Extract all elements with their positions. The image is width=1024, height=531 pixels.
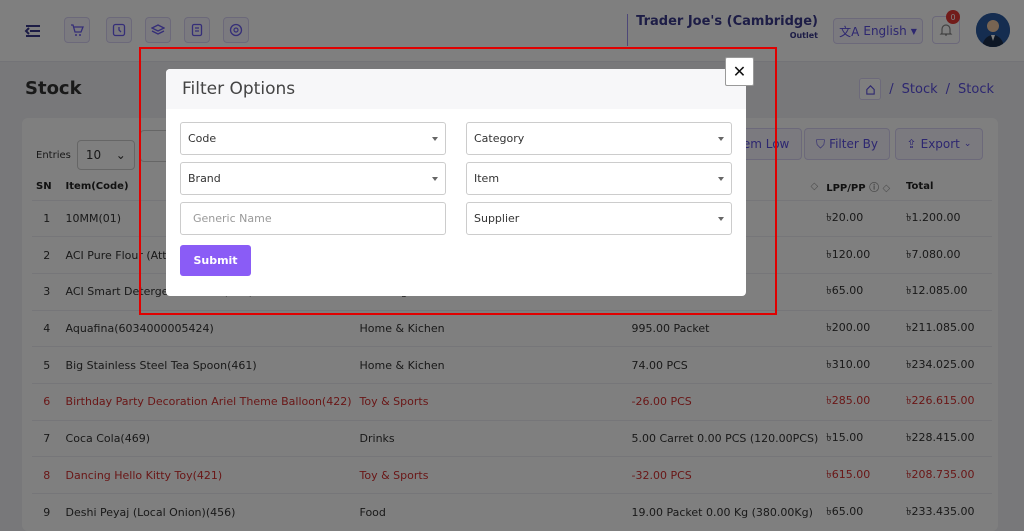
category-select[interactable]: Category [466, 122, 732, 155]
item-select-value: Item [474, 172, 500, 185]
modal-title: Filter Options [182, 79, 296, 99]
code-select-value: Code [188, 132, 217, 145]
modal-header: Filter Options [166, 69, 746, 109]
caret-down-icon [718, 216, 724, 221]
brand-select-value: Brand [188, 172, 221, 185]
close-icon: ✕ [732, 62, 747, 81]
caret-down-icon [718, 136, 724, 141]
code-select[interactable]: Code [180, 122, 446, 155]
close-button[interactable]: ✕ [725, 57, 754, 86]
caret-down-icon [718, 176, 724, 181]
filter-modal: Filter Options Code Category Brand Item … [166, 69, 746, 296]
supplier-select-value: Supplier [474, 212, 520, 225]
caret-down-icon [432, 176, 438, 181]
generic-name-input[interactable]: Generic Name [180, 202, 446, 235]
item-select[interactable]: Item [466, 162, 732, 195]
caret-down-icon [432, 136, 438, 141]
brand-select[interactable]: Brand [180, 162, 446, 195]
category-select-value: Category [474, 132, 525, 145]
supplier-select[interactable]: Supplier [466, 202, 732, 235]
submit-button[interactable]: Submit [180, 245, 251, 276]
generic-name-placeholder: Generic Name [193, 212, 272, 225]
